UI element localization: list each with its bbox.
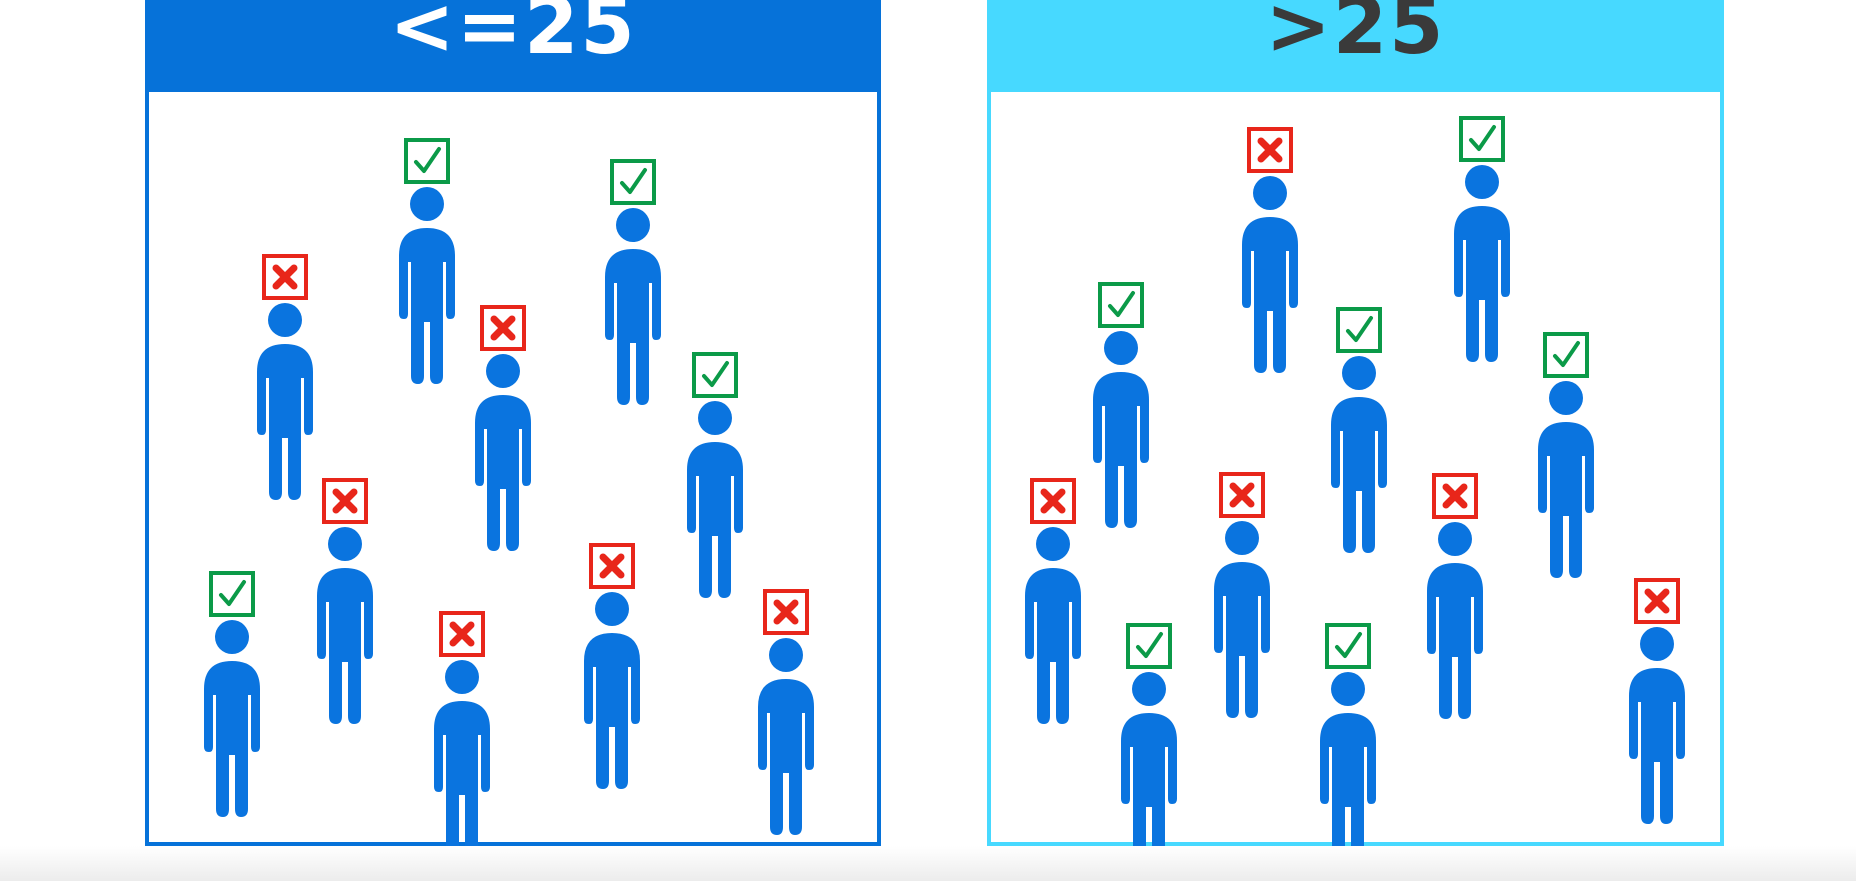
x-box-icon <box>763 589 809 635</box>
person-icon <box>1093 331 1149 528</box>
check-box-icon <box>692 352 738 398</box>
check-box-icon <box>404 138 450 184</box>
check-box-icon <box>209 571 255 617</box>
person-figure <box>1454 116 1510 362</box>
person-icon <box>584 592 640 789</box>
check-box-icon <box>1459 116 1505 162</box>
person-icon <box>605 208 661 405</box>
x-box-icon <box>1247 127 1293 173</box>
person-figure <box>1629 578 1685 824</box>
person-figure <box>1320 623 1376 846</box>
person-figure <box>605 159 661 405</box>
person-icon <box>687 401 743 598</box>
person-figure <box>399 138 455 384</box>
check-box-icon <box>610 159 656 205</box>
x-box-icon <box>1219 472 1265 518</box>
person-icon <box>1320 672 1376 846</box>
person-figure <box>257 254 313 500</box>
check-box-icon <box>1126 623 1172 669</box>
x-box-icon <box>262 254 308 300</box>
person-figure <box>1331 307 1387 553</box>
person-icon <box>1538 381 1594 578</box>
check-box-icon <box>1098 282 1144 328</box>
person-figure <box>317 478 373 724</box>
person-figure <box>584 543 640 789</box>
x-box-icon <box>589 543 635 589</box>
person-figure <box>434 611 490 846</box>
x-box-icon <box>1634 578 1680 624</box>
person-icon <box>1454 165 1510 362</box>
person-figure <box>204 571 260 817</box>
person-figure <box>758 589 814 835</box>
person-icon <box>1331 356 1387 553</box>
person-icon <box>317 527 373 724</box>
x-box-icon <box>322 478 368 524</box>
person-figure <box>687 352 743 598</box>
person-icon <box>257 303 313 500</box>
person-icon <box>204 620 260 817</box>
person-icon <box>1242 176 1298 373</box>
person-icon <box>758 638 814 835</box>
check-box-icon <box>1336 307 1382 353</box>
people-figures <box>204 116 1685 846</box>
x-box-icon <box>439 611 485 657</box>
person-figure <box>1242 127 1298 373</box>
person-figure <box>1427 473 1483 719</box>
check-box-icon <box>1325 623 1371 669</box>
x-box-icon <box>1432 473 1478 519</box>
bottom-shadow <box>0 846 1856 881</box>
x-box-icon <box>480 305 526 351</box>
person-icon <box>475 354 531 551</box>
person-figure <box>1025 478 1081 724</box>
person-icon <box>399 187 455 384</box>
person-icon <box>1629 627 1685 824</box>
x-box-icon <box>1030 478 1076 524</box>
person-icon <box>1427 522 1483 719</box>
person-figure <box>475 305 531 551</box>
person-icon <box>1121 672 1177 846</box>
person-figure <box>1093 282 1149 528</box>
person-figure <box>1538 332 1594 578</box>
person-icon <box>1214 521 1270 718</box>
person-icon <box>434 660 490 846</box>
person-figure <box>1214 472 1270 718</box>
person-figure <box>1121 623 1177 846</box>
person-icon <box>1025 527 1081 724</box>
check-box-icon <box>1543 332 1589 378</box>
